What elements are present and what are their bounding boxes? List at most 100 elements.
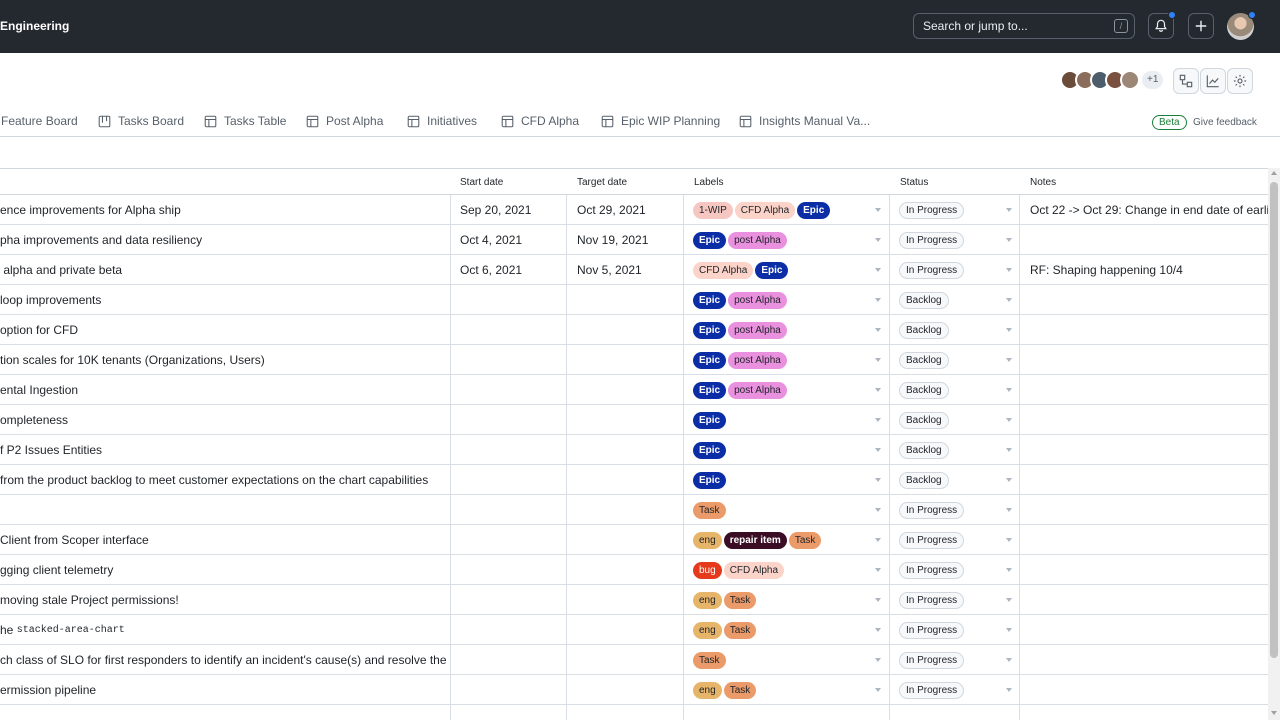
table-row[interactable]: ental Ingestion Epic post Alpha Backlog [0,375,1268,405]
status-cell[interactable]: In Progress [899,225,1011,255]
start-date-cell[interactable] [460,345,560,375]
target-date-cell[interactable] [577,285,677,315]
labels-dropdown-chevron-icon[interactable] [875,328,881,332]
notes-cell[interactable]: RF: Shaping happening 10/4 [1030,255,1268,285]
item-title[interactable]: Client from Scoper interface [0,525,450,555]
labels-cell[interactable]: Epic post Alpha [693,285,883,315]
labels-dropdown-chevron-icon[interactable] [875,208,881,212]
table-row[interactable]: from the product backlog to meet custome… [0,465,1268,495]
table-row[interactable]: pha improvements and data resiliency Oct … [0,225,1268,255]
status-dropdown-chevron-icon[interactable] [1006,598,1012,602]
start-date-cell[interactable]: Sep 20, 2021 [460,195,560,225]
item-title[interactable]: ental Ingestion [0,375,450,405]
status-cell[interactable]: Backlog [899,435,1011,465]
column-header-start-date[interactable]: Start date [460,177,503,188]
item-title-text[interactable]: gging client telemetry [0,563,113,577]
scroll-up-arrow-icon[interactable] [1271,171,1277,175]
item-title-text[interactable]: Client from Scoper interface [0,533,149,547]
table-row[interactable]: ermission pipeline eng Task In Progress [0,675,1268,705]
labels-cell[interactable]: eng repair item Task [693,525,883,555]
labels-cell[interactable]: Task [693,645,883,675]
labels-cell[interactable]: Task [693,495,883,525]
notes-cell[interactable] [1030,555,1268,585]
item-title[interactable]: f P2 Issues Entities [0,435,450,465]
item-title-text[interactable]: tion scales for 10K tenants (Organizatio… [0,353,265,367]
start-date-cell[interactable] [460,435,560,465]
status-dropdown-chevron-icon[interactable] [1006,568,1012,572]
status-dropdown-chevron-icon[interactable] [1006,418,1012,422]
target-date-cell[interactable] [577,405,677,435]
status-dropdown-chevron-icon[interactable] [1006,658,1012,662]
item-title-text[interactable]: alpha and private beta [0,263,122,277]
notes-cell[interactable] [1030,585,1268,615]
labels-cell[interactable]: eng Task [693,675,883,705]
labels-dropdown-chevron-icon[interactable] [875,448,881,452]
status-dropdown-chevron-icon[interactable] [1006,208,1012,212]
tab-feature-board[interactable]: Feature Board [1,114,78,128]
labels-cell[interactable]: eng Task [693,585,883,615]
item-title-text[interactable]: ence improvements for Alpha ship [0,203,181,217]
table-row[interactable]: ence improvements for Alpha ship Sep 20, … [0,195,1268,225]
table-row[interactable]: f P2 Issues Entities Epic Backlog [0,435,1268,465]
workflows-button[interactable] [1173,68,1199,94]
start-date-cell[interactable] [460,375,560,405]
column-header-labels[interactable]: Labels [694,177,723,188]
item-title[interactable]: pha improvements and data resiliency [0,225,450,255]
labels-dropdown-chevron-icon[interactable] [875,628,881,632]
item-title-text[interactable]: option for CFD [0,323,78,337]
item-title-text[interactable]: he [0,623,17,637]
labels-dropdown-chevron-icon[interactable] [875,538,881,542]
tab-epic-wip-planning[interactable]: Epic WIP Planning [601,114,720,128]
scroll-thumb[interactable] [1270,182,1278,658]
labels-dropdown-chevron-icon[interactable] [875,478,881,482]
item-title[interactable]: option for CFD [0,315,450,345]
notes-cell[interactable] [1030,645,1268,675]
column-header-notes[interactable]: Notes [1030,177,1056,188]
item-title[interactable]: alpha and private beta [0,255,450,285]
scroll-down-arrow-icon[interactable] [1271,711,1277,715]
notes-cell[interactable] [1030,405,1268,435]
table-row[interactable]: option for CFD Epic post Alpha Backlog [0,315,1268,345]
item-title-text[interactable]: loop improvements [0,293,101,307]
item-title-text[interactable]: ch class of SLO for first responders to … [0,653,450,667]
table-row[interactable]: loop improvements Epic post Alpha Backlog [0,285,1268,315]
target-date-cell[interactable] [577,675,677,705]
notes-cell[interactable] [1030,225,1268,255]
notes-cell[interactable] [1030,345,1268,375]
labels-dropdown-chevron-icon[interactable] [875,238,881,242]
column-header-target-date[interactable]: Target date [577,177,627,188]
item-title[interactable]: gging client telemetry [0,555,450,585]
item-title[interactable] [0,495,450,525]
item-title[interactable]: moving stale Project permissions! [0,585,450,615]
target-date-cell[interactable]: Nov 19, 2021 [577,225,677,255]
status-cell[interactable]: Backlog [899,345,1011,375]
status-cell[interactable]: In Progress [899,585,1011,615]
column-header-status[interactable]: Status [900,177,928,188]
item-title-text[interactable]: ental Ingestion [0,383,78,397]
status-dropdown-chevron-icon[interactable] [1006,298,1012,302]
collaborators[interactable]: +1 [1060,69,1164,91]
status-cell[interactable]: Backlog [899,285,1011,315]
target-date-cell[interactable] [577,375,677,405]
item-title[interactable]: loop improvements [0,285,450,315]
notes-cell[interactable] [1030,615,1268,645]
status-dropdown-chevron-icon[interactable] [1006,328,1012,332]
labels-dropdown-chevron-icon[interactable] [875,598,881,602]
start-date-cell[interactable] [460,465,560,495]
table-row[interactable]: moving stale Project permissions! eng Task… [0,585,1268,615]
item-title[interactable]: ch class of SLO for first responders to … [0,645,450,675]
item-title-text[interactable]: from the product backlog to meet custome… [0,473,428,487]
notifications-button[interactable] [1148,11,1176,39]
target-date-cell[interactable]: Oct 29, 2021 [577,195,677,225]
labels-dropdown-chevron-icon[interactable] [875,388,881,392]
start-date-cell[interactable] [460,405,560,435]
table-row[interactable]: he stacked-area-chart eng Task In Progress [0,615,1268,645]
tab-post-alpha[interactable]: Post Alpha [306,114,383,128]
item-title-text[interactable]: ompleteness [0,413,68,427]
target-date-cell[interactable] [577,465,677,495]
labels-dropdown-chevron-icon[interactable] [875,268,881,272]
labels-cell[interactable]: Epic post Alpha [693,315,883,345]
start-date-cell[interactable] [460,675,560,705]
status-dropdown-chevron-icon[interactable] [1006,268,1012,272]
labels-dropdown-chevron-icon[interactable] [875,358,881,362]
